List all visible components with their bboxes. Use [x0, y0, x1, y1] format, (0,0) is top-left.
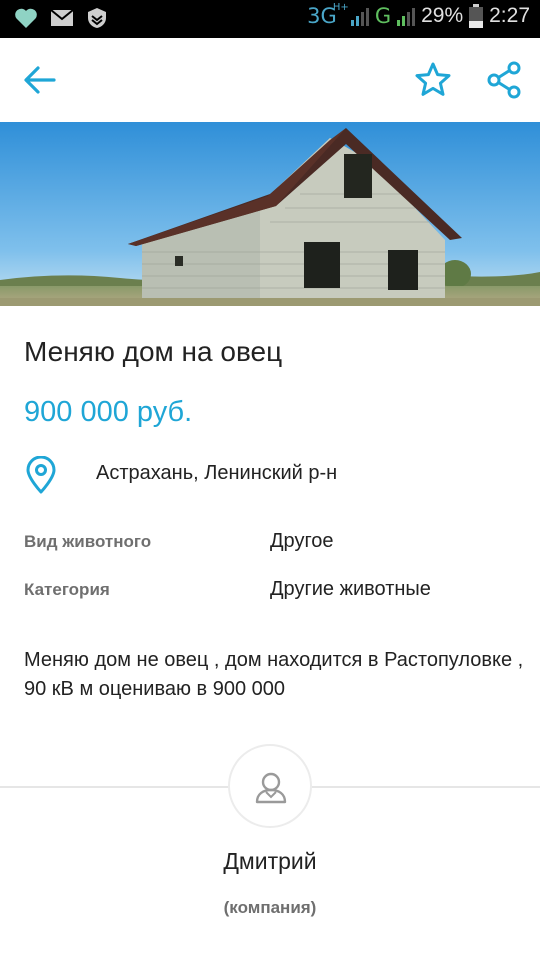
mail-icon [50, 9, 74, 26]
app-bar [0, 38, 540, 122]
heart-icon [15, 8, 37, 28]
listing-title: Меняю дом на овец [24, 336, 283, 367]
share-icon[interactable] [486, 61, 522, 99]
notification-icons [14, 7, 108, 29]
property-label-animal-type: Вид животного [24, 532, 152, 551]
property-value-category: Другие животные [270, 578, 431, 600]
property-label-category: Категория [24, 580, 110, 599]
property-value-animal-type: Другое [270, 530, 334, 552]
battery-icon [469, 4, 484, 28]
arrow-left-icon[interactable] [22, 62, 58, 98]
signal-icon [350, 8, 369, 26]
seller-name[interactable]: Дмитрий [0, 848, 540, 875]
house-photo [0, 122, 540, 306]
listing-location: Астрахань, Ленинский р-н [96, 462, 338, 484]
status-bar: 3G H+ G 29% 2:27 [0, 0, 540, 38]
clock: 2:27 [489, 4, 530, 27]
network-3g: 3G H+ [307, 2, 349, 28]
network-g: G [374, 4, 392, 28]
listing-photo[interactable] [0, 122, 540, 306]
signal-icon [397, 8, 416, 26]
user-icon [255, 772, 287, 804]
star-outline-icon[interactable] [414, 61, 452, 99]
shield-icon [88, 8, 106, 28]
listing-description: Меняю дом не овец , дом находится в Раст… [24, 649, 524, 700]
listing-price: 900 000 руб. [24, 396, 193, 428]
location-pin-icon [26, 456, 56, 494]
battery-percent: 29% [421, 4, 464, 27]
seller-type: (компания) [223, 898, 317, 917]
status-indicators: 3G H+ G 29% 2:27 [307, 2, 530, 28]
seller-avatar[interactable] [228, 744, 312, 828]
